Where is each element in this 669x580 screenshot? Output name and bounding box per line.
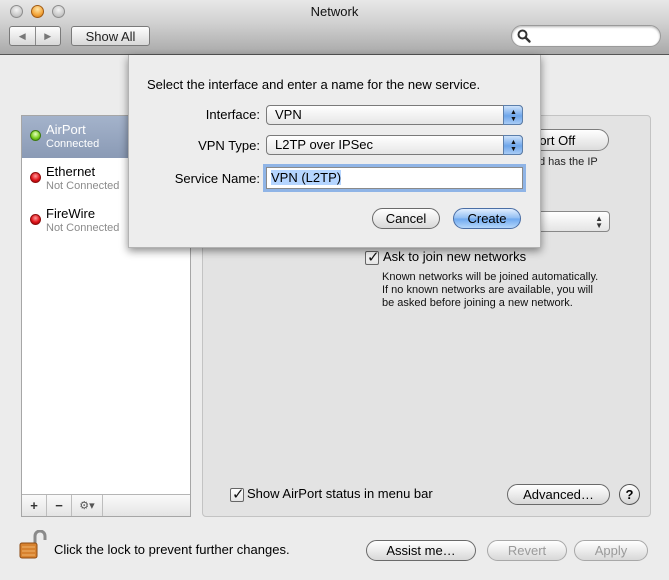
service-name-field[interactable]: VPN (L2TP) [266,167,523,189]
service-name: Ethernet [46,164,96,179]
window-title: Network [310,4,359,19]
service-name: FireWire [46,206,96,221]
window-titlebar: Network ◀ ▶ Show All [0,0,669,55]
status-dot-icon [30,130,41,141]
checkmark-icon: ✓ [232,486,245,503]
help-line: If no known networks are available, you … [382,284,593,296]
service-list-footer: + − ⚙▾ [22,494,190,516]
service-name: AirPort [46,122,86,137]
gear-icon: ⚙▾ [79,500,95,512]
advanced-button[interactable]: Advanced… [507,484,610,505]
service-name-label: Service Name: [174,171,260,186]
interface-label: Interface: [205,107,260,122]
assist-me-button[interactable]: Assist me… [366,540,476,561]
sheet-message: Select the interface and enter a name fo… [147,77,481,92]
cancel-button[interactable]: Cancel [372,208,440,229]
search-field[interactable] [511,25,661,47]
back-button[interactable]: ◀ [10,27,35,45]
show-all-button[interactable]: Show All [71,26,150,46]
unlocked-padlock-icon[interactable] [19,530,47,560]
back-arrow-icon: ◀ [18,30,26,41]
ask-to-join-label: Ask to join new networks [383,249,527,264]
create-button[interactable]: Create [453,208,521,229]
airport-status-description: d has the IP [539,156,598,168]
service-status: Connected [46,138,100,150]
forward-button[interactable]: ▶ [34,27,61,45]
vpn-type-popup[interactable]: L2TP over IPSec ▲ ▼ [266,135,523,155]
service-status: Not Connected [46,180,120,192]
ask-to-join-checkbox[interactable]: ✓ [365,249,380,266]
interface-popup[interactable]: VPN ▲ ▼ [266,105,523,125]
interface-value: VPN [275,107,302,122]
help-line: be asked before joining a new network. [382,297,573,309]
status-dot-icon [30,214,41,225]
service-name-value: VPN (L2TP) [271,170,342,185]
add-service-button[interactable]: + [22,495,47,516]
stepper-arrows-icon: ▲ ▼ [595,214,603,230]
show-status-checkbox[interactable]: ✓ [230,486,245,503]
help-line: Known networks will be joined automatica… [382,271,599,283]
new-service-sheet: Select the interface and enter a name fo… [128,55,541,248]
action-menu-button[interactable]: ⚙▾ [72,495,103,516]
back-forward-control: ◀ ▶ [9,26,61,46]
forward-arrow-icon: ▶ [44,30,52,41]
vpn-type-label: VPN Type: [198,138,260,153]
remove-service-button[interactable]: − [47,495,72,516]
ask-to-join-help: Known networks will be joined automatica… [382,271,622,310]
apply-button[interactable]: Apply [574,540,648,561]
revert-button[interactable]: Revert [487,540,567,561]
lock-status-text: Click the lock to prevent further change… [54,542,290,557]
popup-arrows-icon: ▲ ▼ [503,135,523,155]
help-button[interactable]: ? [619,484,640,505]
vpn-type-value: L2TP over IPSec [275,137,374,152]
search-icon [517,29,531,43]
service-status: Not Connected [46,222,120,234]
show-status-label: Show AirPort status in menu bar [247,486,433,501]
status-dot-icon [30,172,41,183]
popup-arrows-icon: ▲ ▼ [503,105,523,125]
checkmark-icon: ✓ [367,249,380,266]
